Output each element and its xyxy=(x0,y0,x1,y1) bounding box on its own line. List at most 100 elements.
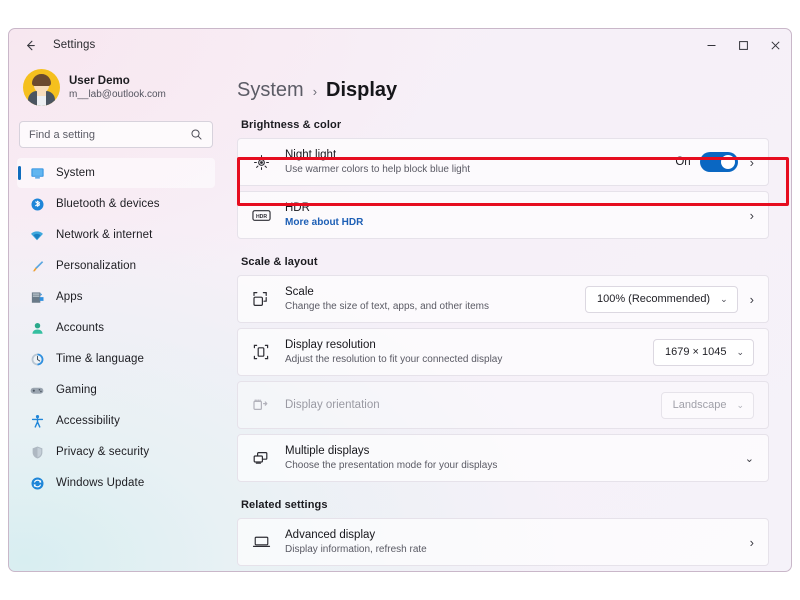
night-light-state-label: On xyxy=(675,156,691,168)
hdr-learn-more-link[interactable]: More about HDR xyxy=(285,216,738,229)
sidebar-item-privacy-security[interactable]: Privacy & security xyxy=(17,437,215,467)
sidebar-item-accessibility[interactable]: Accessibility xyxy=(17,406,215,436)
scale-title: Scale xyxy=(285,286,314,298)
sidebar-item-label: Privacy & security xyxy=(56,446,150,458)
gamepad-icon xyxy=(29,382,45,398)
night-light-title: Night light xyxy=(285,149,337,161)
advanced-display-card[interactable]: Advanced display Display information, re… xyxy=(237,518,769,566)
display-orientation-card: Display orientation Landscape ⌄ xyxy=(237,381,769,429)
sidebar-item-label: Accounts xyxy=(56,322,105,334)
brightness-sun-icon xyxy=(250,154,272,171)
brush-icon xyxy=(29,258,45,274)
display-resolution-subtitle: Adjust the resolution to fit your connec… xyxy=(285,354,503,365)
chevron-down-icon: ⌄ xyxy=(720,293,728,304)
back-arrow-icon xyxy=(26,40,35,50)
sidebar-item-label: System xyxy=(56,167,95,179)
night-light-card[interactable]: Night light Use warmer colors to help bl… xyxy=(237,138,769,186)
window-body: User Demo m__lab@outlook.com Find a sett… xyxy=(9,61,791,571)
scale-card[interactable]: Scale Change the size of text, apps, and… xyxy=(237,275,769,323)
multiple-displays-subtitle: Choose the presentation mode for your di… xyxy=(285,460,498,471)
chevron-right-icon[interactable]: › xyxy=(750,208,754,223)
night-light-subtitle: Use warmer colors to help block blue lig… xyxy=(285,164,471,175)
multiple-displays-icon xyxy=(250,450,272,466)
sidebar-item-system[interactable]: System xyxy=(17,158,215,188)
bluetooth-icon xyxy=(29,196,45,212)
scale-dropdown[interactable]: 100% (Recommended) ⌄ xyxy=(584,285,738,313)
maximize-icon xyxy=(738,40,748,50)
search-box[interactable] xyxy=(19,121,213,148)
wifi-icon xyxy=(29,227,45,243)
hdr-icon: HDR xyxy=(250,208,272,223)
person-icon xyxy=(29,320,45,336)
breadcrumb: System › Display xyxy=(237,79,769,102)
account-block[interactable]: User Demo m__lab@outlook.com xyxy=(17,63,215,112)
chevron-down-icon: ⌄ xyxy=(736,346,744,357)
chevron-right-icon[interactable]: › xyxy=(750,155,754,170)
multiple-displays-card[interactable]: Multiple displays Choose the presentatio… xyxy=(237,434,769,482)
section-heading-brightness: Brightness & color xyxy=(241,119,342,131)
sidebar-item-personalization[interactable]: Personalization xyxy=(17,251,215,281)
hdr-card[interactable]: HDR HDR More about HDR › xyxy=(237,191,769,239)
window-controls xyxy=(695,29,791,61)
scale-icon xyxy=(250,290,272,308)
settings-window: Settings User Demo m__lab@outlook.com Fi… xyxy=(8,28,792,572)
laptop-icon xyxy=(250,534,272,550)
toggle-knob xyxy=(720,155,735,169)
breadcrumb-separator-icon: › xyxy=(312,84,318,99)
display-resolution-value: 1679 × 1045 xyxy=(664,346,727,358)
sidebar-item-label: Gaming xyxy=(56,384,97,396)
sidebar-item-network-internet[interactable]: Network & internet xyxy=(17,220,215,250)
minimize-button[interactable] xyxy=(695,29,727,61)
avatar xyxy=(23,69,60,106)
advanced-display-subtitle: Display information, refresh rate xyxy=(285,544,427,555)
close-button[interactable] xyxy=(759,29,791,61)
scale-value: 100% (Recommended) xyxy=(596,293,711,305)
chevron-right-icon[interactable]: › xyxy=(750,535,754,550)
back-button[interactable] xyxy=(15,30,45,60)
section-heading-related-settings: Related settings xyxy=(241,499,328,511)
chevron-down-icon[interactable]: ⌄ xyxy=(745,452,754,465)
apps-icon xyxy=(29,289,45,305)
sidebar-item-accounts[interactable]: Accounts xyxy=(17,313,215,343)
sidebar-item-windows-update[interactable]: Windows Update xyxy=(17,468,215,498)
hdr-title: HDR xyxy=(285,202,310,214)
breadcrumb-root[interactable]: System xyxy=(237,79,304,102)
account-name: User Demo xyxy=(69,74,130,87)
sidebar-item-gaming[interactable]: Gaming xyxy=(17,375,215,405)
sidebar-item-apps[interactable]: Apps xyxy=(17,282,215,312)
window-title: Settings xyxy=(53,39,96,51)
display-orientation-dropdown: Landscape ⌄ xyxy=(660,391,754,419)
sidebar-item-label: Accessibility xyxy=(56,415,120,427)
minimize-icon xyxy=(707,44,715,46)
sidebar-item-time-language[interactable]: Time & language xyxy=(17,344,215,374)
search-input[interactable] xyxy=(29,128,190,141)
chevron-right-icon[interactable]: › xyxy=(750,292,754,307)
monitor-icon xyxy=(29,165,45,181)
display-orientation-title: Display orientation xyxy=(285,399,380,411)
close-icon xyxy=(770,40,780,50)
night-light-toggle[interactable] xyxy=(699,152,738,172)
sidebar-nav: System Bluetooth & devices Network & int… xyxy=(17,158,215,499)
resolution-icon xyxy=(250,343,272,361)
sidebar-item-label: Apps xyxy=(56,291,83,303)
sidebar-item-label: Network & internet xyxy=(56,229,153,241)
scale-subtitle: Change the size of text, apps, and other… xyxy=(285,301,490,312)
chevron-down-icon: ⌄ xyxy=(736,399,744,410)
sidebar-item-label: Time & language xyxy=(56,353,145,365)
sidebar-item-label: Personalization xyxy=(56,260,137,272)
section-heading-scale-layout: Scale & layout xyxy=(241,256,318,268)
display-resolution-card[interactable]: Display resolution Adjust the resolution… xyxy=(237,328,769,376)
sidebar: User Demo m__lab@outlook.com Find a sett… xyxy=(9,61,223,571)
advanced-display-title: Advanced display xyxy=(285,529,376,541)
title-bar: Settings xyxy=(9,29,791,61)
clock-icon xyxy=(29,351,45,367)
maximize-button[interactable] xyxy=(727,29,759,61)
shield-icon xyxy=(29,444,45,460)
svg-text:HDR: HDR xyxy=(255,214,266,220)
sidebar-item-label: Bluetooth & devices xyxy=(56,198,160,210)
search-icon xyxy=(191,129,202,140)
display-resolution-dropdown[interactable]: 1679 × 1045 ⌄ xyxy=(652,338,754,366)
accessibility-icon xyxy=(29,413,45,429)
page-title: Display xyxy=(326,79,398,101)
sidebar-item-bluetooth-devices[interactable]: Bluetooth & devices xyxy=(17,189,215,219)
